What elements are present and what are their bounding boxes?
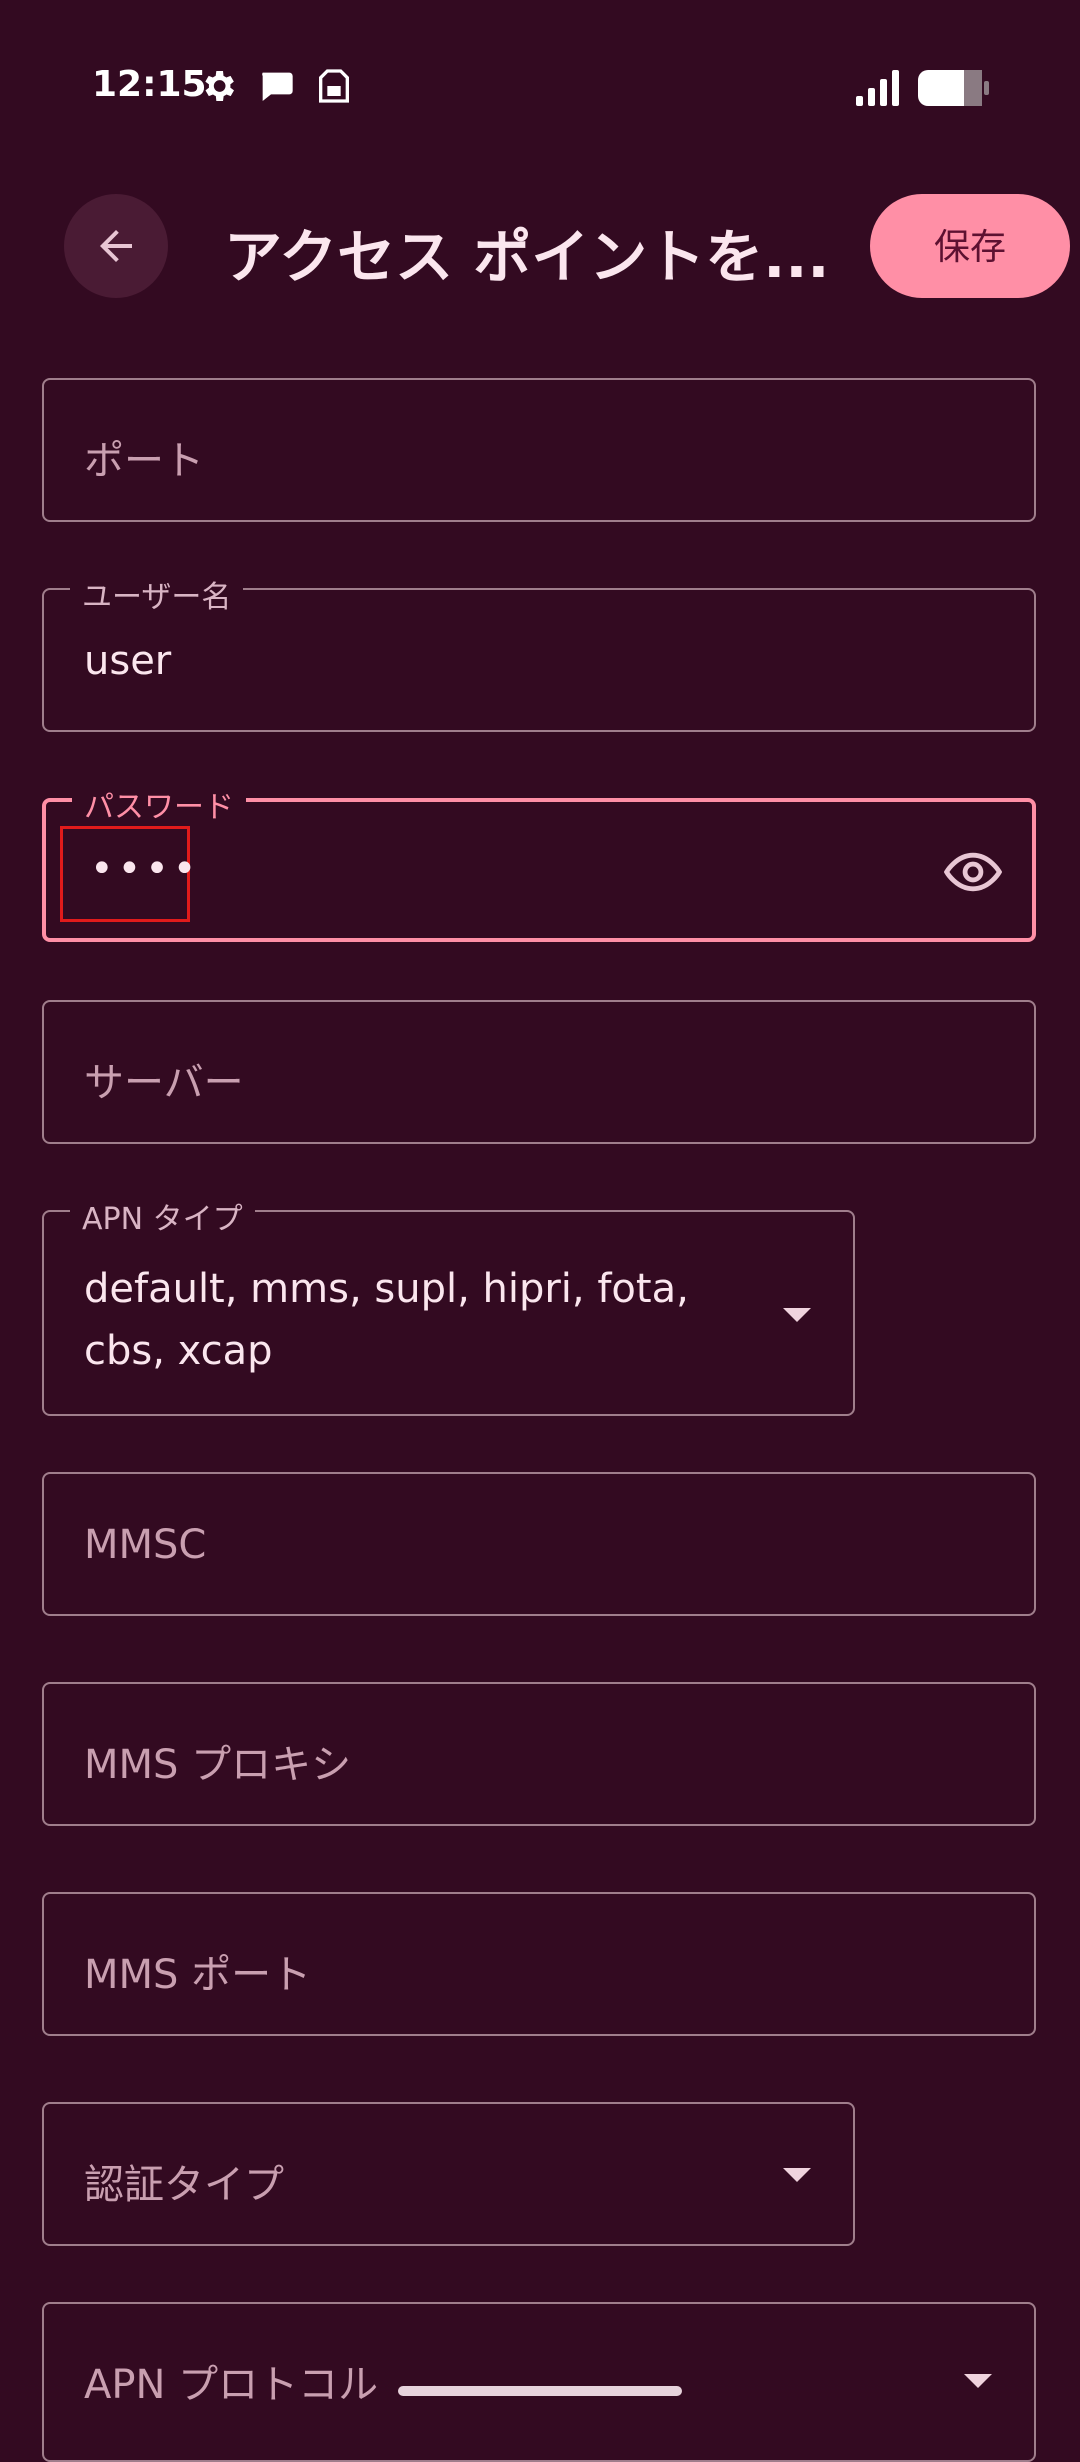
apn-type-dropdown[interactable]: APN タイプ default, mms, supl, hipri, fota,… xyxy=(42,1194,855,1416)
mms-port-field[interactable]: MMS ポート xyxy=(42,1892,1036,2036)
signal-icon xyxy=(856,70,899,106)
mms-port-placeholder: MMS ポート xyxy=(84,1952,312,1998)
page-title: アクセス ポイントを... xyxy=(224,223,830,291)
chat-icon xyxy=(262,72,293,101)
back-button[interactable] xyxy=(64,194,168,298)
dropdown-arrow-icon xyxy=(783,2168,811,2182)
arrow-back-icon xyxy=(100,230,132,262)
home-gesture-bar[interactable] xyxy=(398,2386,682,2396)
server-placeholder: サーバー xyxy=(84,1060,244,1106)
apn-type-value: default, mms, supl, hipri, fota, cbs, xc… xyxy=(84,1266,689,1374)
status-time: 12:15 xyxy=(92,64,207,105)
apn-protocol-placeholder: APN プロトコル xyxy=(84,2362,379,2408)
save-button[interactable]: 保存 xyxy=(870,194,1070,298)
mms-proxy-placeholder: MMS プロキシ xyxy=(84,1742,352,1788)
password-field[interactable]: パスワード •••• xyxy=(42,782,1036,942)
password-label: パスワード xyxy=(72,782,246,826)
username-label: ユーザー名 xyxy=(70,572,244,616)
dropdown-arrow-icon xyxy=(964,2374,992,2388)
port-placeholder: ポート xyxy=(84,438,204,484)
battery-icon xyxy=(918,70,989,106)
status-bar: 12:15 xyxy=(0,0,1080,176)
eye-icon[interactable] xyxy=(944,848,1002,896)
password-value: •••• xyxy=(90,846,201,892)
port-field[interactable]: ポート xyxy=(42,378,1036,522)
mmsc-placeholder: MMSC xyxy=(84,1522,207,1568)
apn-type-label: APN タイプ xyxy=(70,1194,255,1238)
sim-card-icon xyxy=(319,69,349,103)
apn-protocol-dropdown[interactable]: APN プロトコル xyxy=(42,2302,1036,2462)
auth-type-dropdown[interactable]: 認証タイプ xyxy=(42,2102,855,2246)
mmsc-field[interactable]: MMSC xyxy=(42,1472,1036,1616)
username-value: user xyxy=(84,638,172,684)
auth-type-placeholder: 認証タイプ xyxy=(84,2162,284,2208)
username-field[interactable]: ユーザー名 user xyxy=(42,572,1036,732)
mms-proxy-field[interactable]: MMS プロキシ xyxy=(42,1682,1036,1826)
server-field[interactable]: サーバー xyxy=(42,1000,1036,1144)
gear-icon xyxy=(205,71,234,101)
dropdown-arrow-icon xyxy=(783,1308,811,1322)
app-bar: アクセス ポイントを... 保存 xyxy=(0,176,1080,316)
